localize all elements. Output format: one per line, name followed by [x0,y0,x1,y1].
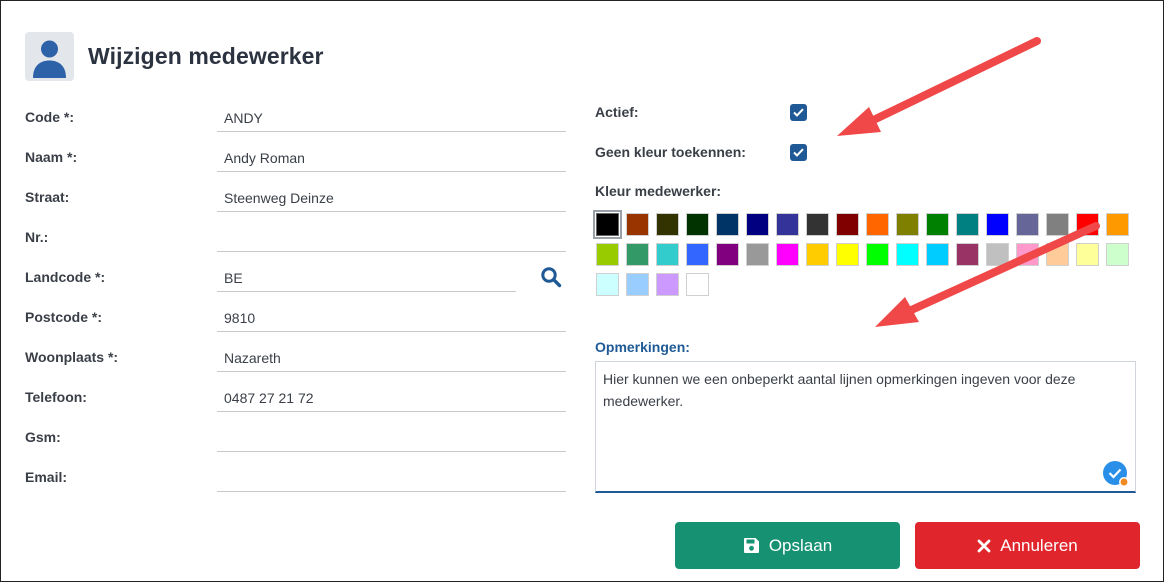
color-swatch[interactable] [1106,243,1129,266]
color-swatch[interactable] [1016,243,1039,266]
nr-input[interactable] [217,221,566,252]
color-swatch[interactable] [626,273,649,296]
color-swatch[interactable] [1076,213,1099,236]
color-swatch[interactable] [986,213,1009,236]
check-icon [793,148,804,157]
color-swatch[interactable] [746,243,769,266]
actief-checkbox[interactable] [790,104,807,121]
form-row-nr: Nr.: [25,221,566,261]
straat-label: Straat: [25,189,70,205]
color-swatch[interactable] [806,213,829,236]
arrow-to-palette [875,222,1100,327]
landcode-label: Landcode *: [25,269,106,285]
color-swatch[interactable] [836,243,859,266]
landcode-input[interactable] [217,261,516,292]
email-label: Email: [25,469,68,485]
save-button-label: Opslaan [768,535,833,555]
color-swatch[interactable] [926,243,949,266]
color-swatch[interactable] [866,213,889,236]
telefoon-input[interactable] [217,381,566,412]
gsm-input[interactable] [217,421,566,452]
remarks-textarea[interactable]: Hier kunnen we een onbeperkt aantal lijn… [595,361,1136,493]
color-swatch[interactable] [776,213,799,236]
color-swatch[interactable] [896,213,919,236]
form-row-naam: Naam *: [25,141,566,181]
remarks-label: Opmerkingen: [595,339,690,355]
color-swatch[interactable] [836,213,859,236]
dialog-window: Wijzigen medewerker Code *: Naam *: Stra… [0,0,1164,582]
color-swatch[interactable] [746,213,769,236]
color-swatch[interactable] [1016,213,1039,236]
woonplaats-label: Woonplaats *: [25,349,119,365]
color-swatch[interactable] [866,243,889,266]
form-row-code: Code *: [25,101,566,141]
email-input[interactable] [217,461,566,492]
postcode-input[interactable] [217,301,566,332]
cancel-button[interactable]: Annuleren [915,522,1140,569]
kleur-label: Kleur medewerker: [595,183,722,199]
geen-kleur-checkbox[interactable] [790,144,807,161]
color-swatch[interactable] [1046,243,1069,266]
form-row-telefoon: Telefoon: [25,381,566,421]
geen-kleur-label: Geen kleur toekennen: [595,144,746,160]
color-swatch[interactable] [956,213,979,236]
telefoon-label: Telefoon: [25,389,87,405]
color-swatch[interactable] [656,273,679,296]
form-row-email: Email: [25,461,566,501]
actief-label: Actief: [595,104,639,120]
woonplaats-input[interactable] [217,341,566,372]
floppy-disk-icon [743,538,759,553]
code-input[interactable] [217,101,566,132]
color-swatch[interactable] [716,213,739,236]
color-swatch[interactable] [596,273,619,296]
spellcheck-icon[interactable] [1102,460,1129,487]
color-swatch[interactable] [986,243,1009,266]
search-icon[interactable] [540,266,562,288]
color-swatch[interactable] [626,243,649,266]
check-icon [793,108,804,117]
naam-label: Naam *: [25,149,78,165]
form-row-woonplaats: Woonplaats *: [25,341,566,381]
form-row-postcode: Postcode *: [25,301,566,341]
user-icon [25,32,74,81]
color-swatch[interactable] [956,243,979,266]
color-swatch[interactable] [1106,213,1129,236]
color-swatch[interactable] [776,243,799,266]
save-button[interactable]: Opslaan [675,522,900,569]
color-swatch[interactable] [686,273,709,296]
straat-input[interactable] [217,181,566,212]
color-swatch[interactable] [926,213,949,236]
color-swatch[interactable] [593,210,622,239]
arrow-to-geen-kleur [837,37,1041,136]
gsm-label: Gsm: [25,429,61,445]
page-title: Wijzigen medewerker [88,43,324,69]
color-swatch[interactable] [686,243,709,266]
form-row-straat: Straat: [25,181,566,221]
nr-label: Nr.: [25,229,49,245]
cancel-button-label: Annuleren [1000,535,1078,555]
color-swatch[interactable] [806,243,829,266]
color-swatch[interactable] [626,213,649,236]
color-swatch[interactable] [896,243,919,266]
close-icon [977,539,991,552]
color-swatch[interactable] [656,243,679,266]
form-row-landcode: Landcode *: [25,261,566,301]
color-swatch[interactable] [1046,213,1069,236]
code-label: Code *: [25,109,74,125]
form-row-gsm: Gsm: [25,421,566,461]
color-swatch[interactable] [1076,243,1099,266]
postcode-label: Postcode *: [25,309,103,325]
color-swatch[interactable] [686,213,709,236]
color-swatch[interactable] [716,243,739,266]
naam-input[interactable] [217,141,566,172]
color-swatch[interactable] [596,243,619,266]
color-swatch[interactable] [656,213,679,236]
